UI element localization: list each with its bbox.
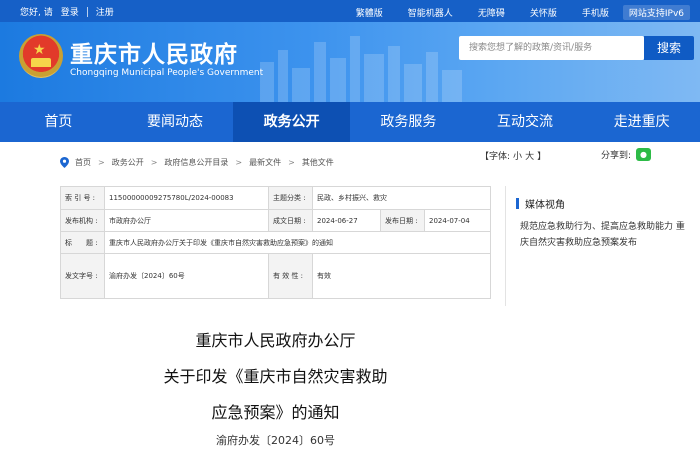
search-input[interactable] [459,36,644,60]
traditional-chinese-link[interactable]: 繁體版 [356,6,383,19]
doc-number-label: 发文字号 : [61,254,105,299]
site-subtitle: Chongqing Municipal People's Government [70,68,264,78]
share-label: 分享到: [601,151,632,161]
breadcrumb-info-catalog[interactable]: 政府信息公开目录 [164,157,228,168]
nav-item-home[interactable]: 首页 [0,102,117,142]
document-title-line1: 重庆市人民政府办公厅 [195,331,356,350]
validity-label: 有 效 性 : [269,254,313,299]
national-emblem-icon[interactable]: ★ [19,34,63,78]
nav-item-chongqing[interactable]: 走进重庆 [583,102,700,142]
font-size-close: 】 [537,152,547,162]
font-size-control: 【字体: 小 大 】 [480,149,549,162]
document-title-line3: 应急预案》的通知 [211,403,340,422]
skyline-graphic [260,36,462,102]
published-date-label: 发布日期 : [381,210,425,232]
mobile-link[interactable]: 手机版 [582,6,609,19]
document-number: 渝府办发〔2024〕60号 [216,434,335,447]
created-date-label: 成文日期 : [269,210,313,232]
media-article-link[interactable]: 规范应急救助行为、提高应急救助能力 重庆自然灾害救助应急预案发布 [520,219,690,251]
greeting-text: 您好, 请 [20,8,53,18]
top-utility-bar: 您好, 请 登录 注册 繁體版 智能机器人 无障碍 关怀版 手机版 网站支持IP… [0,0,700,22]
site-header: ★ 重庆市人民政府 Chongqing Municipal People's G… [0,22,700,102]
star-icon: ★ [33,42,46,58]
login-link[interactable]: 登录 [61,5,79,18]
topic-value: 民政、乡村振兴、救灾 [313,187,491,210]
wechat-icon[interactable]: ● [636,148,652,161]
issuer-label: 发布机构 : [61,210,105,232]
title-label: 标 题 : [61,232,105,254]
ipv6-badge: 网站支持IPv6 [622,5,690,20]
index-number-value: 11500000009275780L/2024-00083 [105,187,269,210]
share-area: 分享到: ● [601,148,652,161]
accessibility-link[interactable]: 无障碍 [478,6,505,19]
breadcrumb-latest-files[interactable]: 最新文件 [249,157,281,168]
title-accent-bar [516,198,519,209]
utility-links: 繁體版 智能机器人 无障碍 关怀版 手机版 网站支持IPv6 [331,5,690,20]
care-mode-link[interactable]: 关怀版 [530,6,557,19]
created-date-value: 2024-06-27 [313,210,381,232]
search-button[interactable]: 搜索 [644,36,694,60]
document-metadata-table: 索 引 号 : 11500000009275780L/2024-00083 主题… [60,186,491,299]
nav-item-news[interactable]: 要闻动态 [117,102,234,142]
published-date-value: 2024-07-04 [425,210,491,232]
font-large-button[interactable]: 大 [525,149,534,162]
breadcrumb-separator: > [288,158,295,167]
title-value: 重庆市人民政府办公厅关于印发《重庆市自然灾害救助应急预案》的通知 [105,232,491,254]
panel-title: 媒体视角 [516,196,565,211]
media-perspective-panel: 媒体视角 规范应急救助行为、提高应急救助能力 重庆自然灾害救助应急预案发布 [505,186,695,306]
doc-number-value: 渝府办发〔2024〕60号 [105,254,269,299]
gate-icon [31,58,51,67]
nav-item-interaction[interactable]: 互动交流 [467,102,584,142]
panel-title-text: 媒体视角 [525,200,565,211]
validity-value: 有效 [313,254,491,299]
robot-link[interactable]: 智能机器人 [408,6,453,19]
breadcrumb-home[interactable]: 首页 [75,157,91,168]
breadcrumb-other-files[interactable]: 其他文件 [302,157,334,168]
breadcrumb: 首页 > 政务公开 > 政府信息公开目录 > 最新文件 > 其他文件 [60,157,341,168]
divider [86,6,88,17]
document-title-line2: 关于印发《重庆市自然灾害救助 [163,367,388,386]
breadcrumb-separator: > [235,158,243,167]
breadcrumb-separator: > [98,158,105,167]
site-title[interactable]: 重庆市人民政府 [70,35,238,69]
index-number-label: 索 引 号 : [61,187,105,210]
topic-label: 主题分类 : [269,187,313,210]
font-size-label: 【字体: [480,152,511,162]
main-nav: 首页 要闻动态 政务公开 政务服务 互动交流 走进重庆 [0,102,700,142]
location-pin-icon [60,157,69,168]
login-area: 您好, 请 登录 注册 [20,5,122,18]
register-link[interactable]: 注册 [96,5,114,18]
issuer-value: 市政府办公厅 [105,210,269,232]
breadcrumb-gov-affairs[interactable]: 政务公开 [112,157,144,168]
font-small-button[interactable]: 小 [513,149,522,162]
breadcrumb-separator: > [150,158,158,167]
nav-item-gov-affairs[interactable]: 政务公开 [233,102,351,142]
nav-item-services[interactable]: 政务服务 [350,102,467,142]
